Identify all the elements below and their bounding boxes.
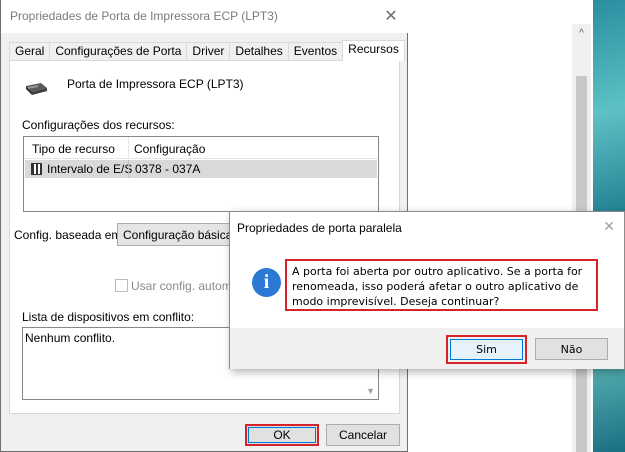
- ok-button-label: OK: [248, 427, 316, 443]
- resources-list[interactable]: Tipo de recurso Configuração Intervalo d…: [23, 136, 379, 212]
- auto-settings-checkbox[interactable]: [115, 279, 128, 292]
- yes-button[interactable]: Sim: [446, 335, 527, 364]
- close-icon[interactable]: ✕: [380, 5, 402, 27]
- dialog-title: Propriedades de porta paralela: [237, 221, 402, 235]
- printer-port-icon: [26, 83, 47, 95]
- conflict-text: Nenhum conflito.: [25, 331, 116, 345]
- tab-strip: Geral Configurações de Porta Driver Deta…: [9, 40, 405, 61]
- column-header-setting[interactable]: Configuração: [134, 142, 205, 156]
- info-icon: i: [252, 268, 281, 297]
- conflict-list-label: Lista de dispositivos em conflito:: [22, 310, 195, 324]
- table-row[interactable]: Intervalo de E/S 0378 - 037A: [25, 160, 377, 178]
- ok-button[interactable]: OK: [245, 424, 319, 446]
- device-name: Porta de Impressora ECP (LPT3): [67, 77, 244, 91]
- tab-detalhes[interactable]: Detalhes: [229, 42, 289, 61]
- io-range-icon: [31, 163, 42, 175]
- yes-button-label: Sim: [450, 339, 523, 360]
- parallel-port-dialog: Propriedades de porta paralela ✕ i A por…: [229, 211, 625, 369]
- window-title-bar: Propriedades de Porta de Impressora ECP …: [1, 0, 408, 33]
- resources-table-header: Tipo de recurso Configuração: [24, 137, 378, 159]
- auto-settings-label: Usar config. automát: [131, 279, 242, 293]
- column-header-resource-type[interactable]: Tipo de recurso: [32, 142, 115, 156]
- tab-configuracoes-de-porta[interactable]: Configurações de Porta: [49, 42, 188, 61]
- row-separator: [128, 160, 129, 178]
- dialog-button-bar: Sim Não: [230, 328, 624, 369]
- column-separator[interactable]: [128, 137, 129, 159]
- dialog-message: A porta foi aberta por outro aplicativo.…: [285, 259, 598, 311]
- cancel-button[interactable]: Cancelar: [326, 424, 400, 446]
- chevron-down-icon[interactable]: ▼: [366, 386, 375, 396]
- resource-setting-cell: 0378 - 037A: [135, 162, 201, 176]
- tab-eventos[interactable]: Eventos: [287, 42, 344, 61]
- no-button[interactable]: Não: [535, 338, 608, 360]
- window-title: Propriedades de Porta de Impressora ECP …: [10, 9, 278, 23]
- close-icon[interactable]: ✕: [603, 218, 615, 235]
- resource-type-cell: Intervalo de E/S: [47, 162, 133, 176]
- based-on-label: Config. baseada em:: [14, 228, 125, 242]
- scroll-up-arrow[interactable]: ^: [572, 24, 591, 43]
- tab-recursos[interactable]: Recursos: [342, 40, 405, 61]
- tab-geral[interactable]: Geral: [9, 42, 51, 61]
- resources-label: Configurações dos recursos:: [22, 118, 175, 132]
- tab-driver[interactable]: Driver: [186, 42, 231, 61]
- based-on-select[interactable]: Configuração básica 0: [117, 223, 247, 246]
